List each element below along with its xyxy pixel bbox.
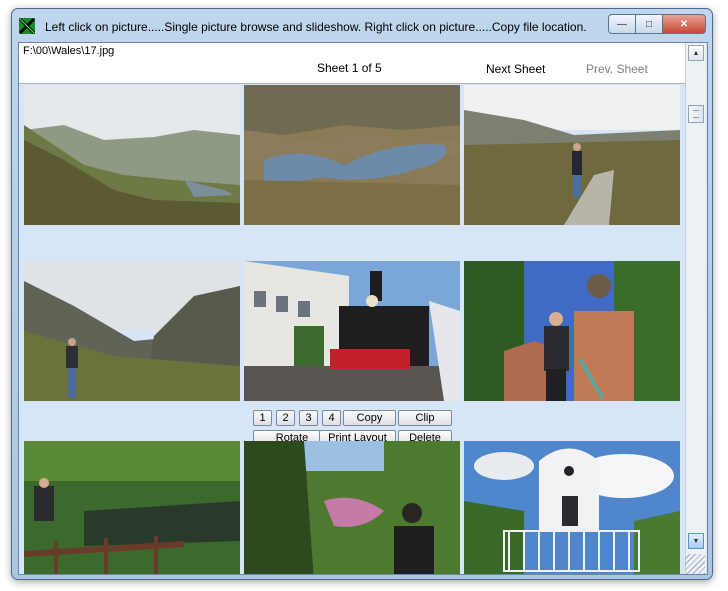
app-logo-icon bbox=[19, 18, 35, 34]
photo-icon bbox=[464, 261, 680, 401]
next-sheet-link[interactable]: Next Sheet bbox=[486, 62, 545, 76]
maximize-button[interactable]: □ bbox=[635, 14, 663, 34]
layout-1-button[interactable]: 1 bbox=[253, 410, 272, 426]
thumbnail-steam-locomotive[interactable] bbox=[244, 261, 460, 401]
sheet-indicator: Sheet 1 of 5 bbox=[317, 61, 382, 75]
photo-icon bbox=[244, 261, 460, 401]
scroll-thumb[interactable] bbox=[688, 105, 704, 123]
copy-button[interactable]: Copy bbox=[343, 410, 396, 426]
title-bar[interactable]: Left click on picture.....Single picture… bbox=[12, 9, 712, 41]
photo-icon bbox=[24, 261, 240, 401]
clip-button[interactable]: Clip bbox=[398, 410, 452, 426]
thumbnail-woman-by-pillar[interactable] bbox=[464, 261, 680, 401]
app-window: Left click on picture.....Single picture… bbox=[11, 8, 713, 580]
photo-icon bbox=[244, 85, 460, 225]
layout-4-button[interactable]: 4 bbox=[322, 410, 341, 426]
layout-3-button[interactable]: 3 bbox=[299, 410, 318, 426]
thumbnail-woodland-visitor[interactable] bbox=[244, 441, 460, 574]
scroll-up-arrow-icon[interactable]: ▲ bbox=[688, 45, 704, 61]
scroll-down-arrow-icon[interactable]: ▼ bbox=[688, 533, 704, 549]
prev-sheet-link[interactable]: Prev. Sheet bbox=[586, 62, 648, 76]
vertical-scrollbar[interactable]: ▲ ▼ bbox=[685, 43, 706, 574]
photo-icon bbox=[464, 85, 680, 225]
window-title: Left click on picture.....Single picture… bbox=[45, 20, 587, 34]
photo-icon bbox=[244, 441, 460, 574]
thumbnail-valley-walker[interactable] bbox=[24, 261, 240, 401]
resize-grip-icon[interactable] bbox=[685, 554, 705, 574]
thumbnail-mountain-lake[interactable] bbox=[244, 85, 460, 225]
file-path-label: F:\00\Wales\17.jpg bbox=[23, 45, 115, 57]
contact-sheet-area: F:\00\Wales\17.jpg Sheet 1 of 5 Next She… bbox=[18, 42, 708, 575]
close-button[interactable]: ✕ bbox=[662, 14, 706, 34]
thumbnail-mountain-valley[interactable] bbox=[24, 85, 240, 225]
header-divider bbox=[19, 83, 685, 84]
photo-icon bbox=[24, 85, 240, 225]
minimize-button[interactable]: — bbox=[608, 14, 636, 34]
thumbnail-garden-pond[interactable] bbox=[24, 441, 240, 574]
thumbnail-hiker-on-path[interactable] bbox=[464, 85, 680, 225]
thumbnail-white-tower[interactable] bbox=[464, 441, 680, 574]
layout-2-button[interactable]: 2 bbox=[276, 410, 295, 426]
sheet-header: F:\00\Wales\17.jpg Sheet 1 of 5 Next She… bbox=[19, 43, 685, 83]
photo-icon bbox=[24, 441, 240, 574]
photo-icon bbox=[464, 441, 680, 574]
